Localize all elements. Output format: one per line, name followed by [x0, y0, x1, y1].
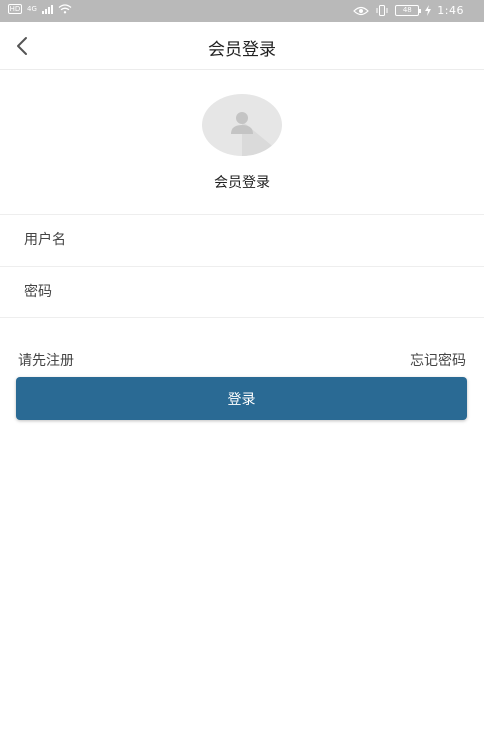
username-row: [0, 214, 484, 266]
eye-comfort-icon: [353, 6, 370, 15]
user-silhouette-icon: [231, 112, 282, 156]
password-input[interactable]: [24, 267, 460, 317]
avatar-caption: 会员登录: [214, 175, 270, 191]
signal-strength-icon: [41, 4, 53, 14]
username-input[interactable]: [24, 215, 460, 265]
wifi-icon: [58, 4, 72, 14]
page-title: 会员登录: [208, 40, 276, 60]
status-bar-left: HD 4G: [8, 4, 72, 14]
network-type-label: 4G: [27, 5, 37, 13]
status-bar-right: 48 1:46: [353, 4, 464, 17]
status-time: 1:46: [437, 4, 464, 17]
register-link[interactable]: 请先注册: [18, 350, 74, 370]
app-header: 会员登录: [0, 22, 484, 70]
login-button[interactable]: 登录: [16, 377, 467, 420]
battery-icon: 48: [395, 5, 422, 16]
password-row: [0, 266, 484, 318]
forgot-password-link[interactable]: 忘记密码: [410, 350, 466, 370]
status-bar: HD 4G 48 1:46: [0, 0, 484, 22]
avatar: [202, 94, 282, 156]
vibrate-icon: [376, 5, 388, 16]
sim-card-icon: HD: [8, 4, 22, 14]
charging-icon: [425, 5, 432, 16]
